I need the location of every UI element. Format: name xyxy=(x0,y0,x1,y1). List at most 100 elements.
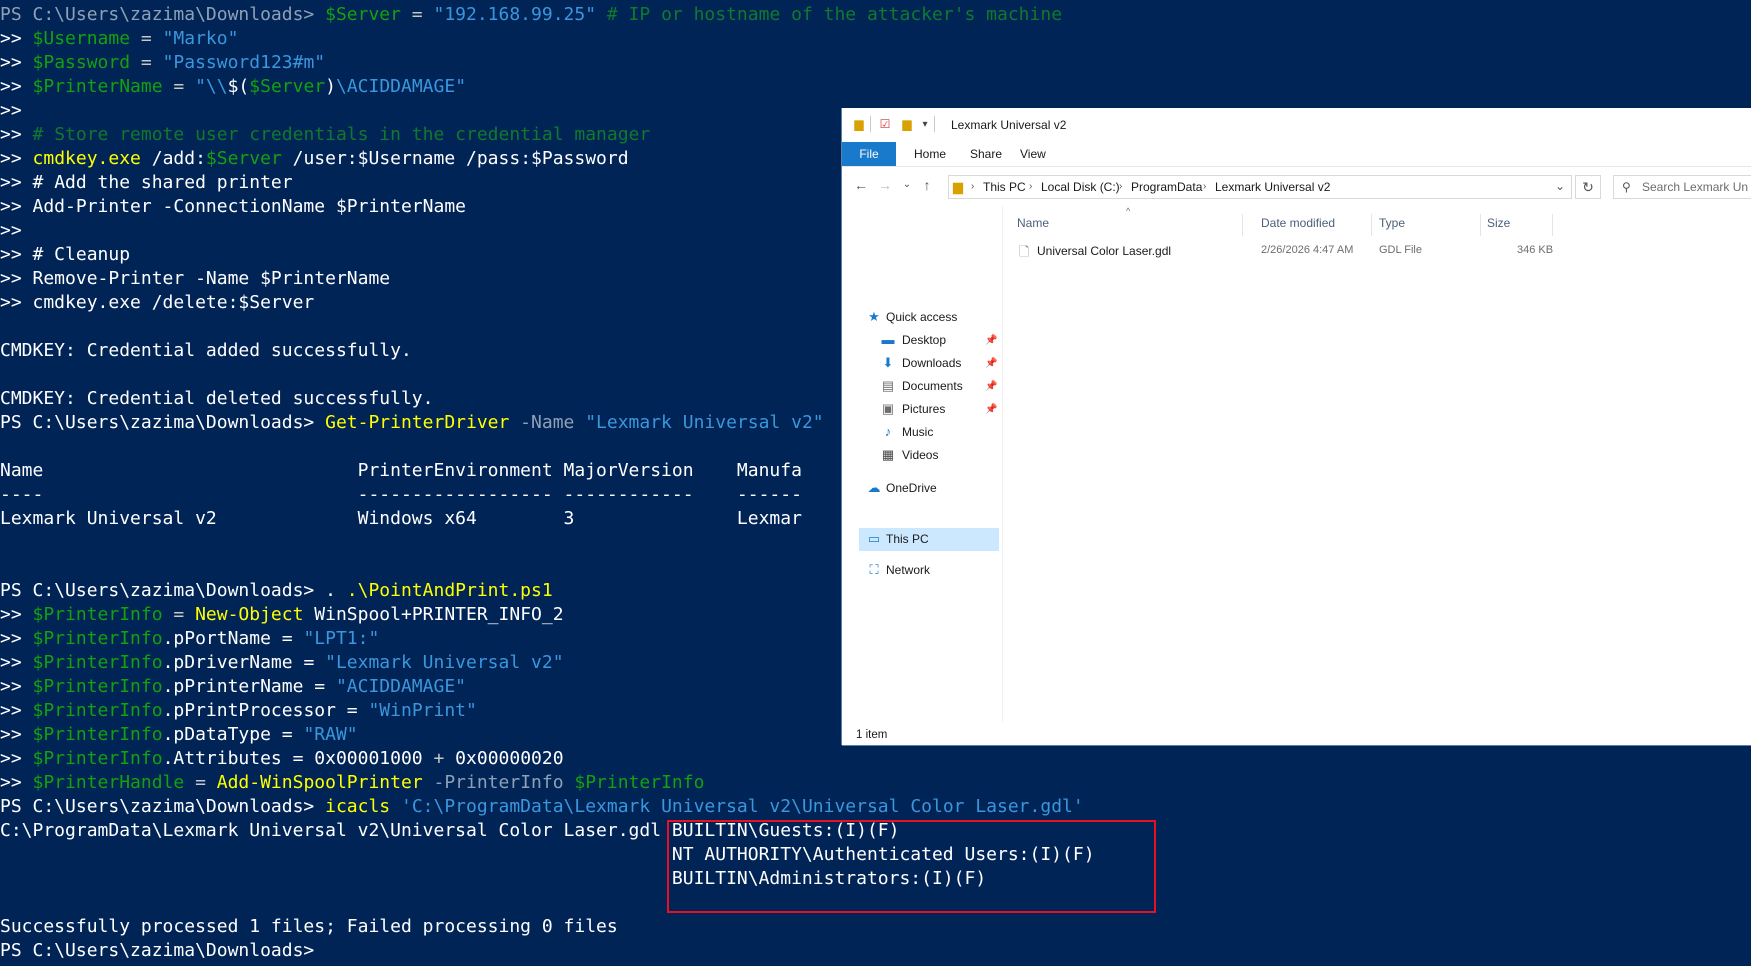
console-token: $( xyxy=(227,76,250,97)
breadcrumb-lexmark[interactable]: Lexmark Universal v2 xyxy=(1215,176,1330,198)
console-token: "Lexmark Universal v2" xyxy=(585,412,824,433)
nav-item-desktop[interactable]: Desktop xyxy=(902,329,946,351)
console-token: = xyxy=(162,76,196,97)
console-token: PS C:\Users\zazima\Downloads> xyxy=(0,412,326,433)
nav-item-music[interactable]: Music xyxy=(902,421,933,443)
console-token: = xyxy=(184,772,217,793)
console-token: >> xyxy=(0,76,33,97)
divider xyxy=(870,116,871,132)
nav-item-videos[interactable]: Videos xyxy=(902,444,938,466)
console-token: >> xyxy=(0,28,33,49)
console-token: = xyxy=(130,28,163,49)
pin-icon: 📌 xyxy=(985,404,998,415)
console-token: $Server xyxy=(205,148,282,169)
status-bar: 1 item xyxy=(856,729,888,741)
console-token: # Store remote user credentials in the c… xyxy=(32,124,651,145)
breadcrumb-this-pc[interactable]: This PC xyxy=(983,176,1026,198)
console-token: >> xyxy=(0,772,33,793)
console-token: icacls xyxy=(325,796,391,817)
divider xyxy=(1242,214,1243,236)
console-token: PS C:\Users\zazima\Downloads> xyxy=(0,4,326,25)
console-token: >> Add-Printer -ConnectionName $PrinterN… xyxy=(0,196,466,217)
console-token: >> xyxy=(0,748,33,769)
recent-locations-icon[interactable]: ⌄ xyxy=(898,176,916,194)
console-token: 'C:\ProgramData\Lexmark Universal v2\Uni… xyxy=(390,796,1084,817)
console-line: >> $Password = "Password123#m" xyxy=(0,51,1095,75)
console-token: .Attributes = 0x00001000 xyxy=(162,748,434,769)
sort-up-icon: ^ xyxy=(1126,206,1131,216)
console-token: .pPortName = xyxy=(162,628,304,649)
new-folder-icon[interactable]: ▆ xyxy=(900,118,914,131)
refresh-icon[interactable]: ↻ xyxy=(1575,175,1601,199)
download-icon: ⬇ xyxy=(882,355,894,370)
search-icon: ⚲ xyxy=(1622,180,1631,194)
tab-share[interactable]: Share xyxy=(970,142,1002,166)
console-token: >> xyxy=(0,628,33,649)
chevron-right-icon: › xyxy=(1119,181,1123,192)
console-token: $PrinterInfo xyxy=(32,748,163,769)
console-token: >> cmdkey.exe /delete:$Server xyxy=(0,292,315,313)
console-token: ) xyxy=(325,76,336,97)
console-token: $PrinterInfo xyxy=(32,724,163,745)
tab-home[interactable]: Home xyxy=(914,142,946,166)
column-header-name[interactable]: Name xyxy=(1017,216,1049,230)
nav-item-documents[interactable]: Documents xyxy=(902,375,963,397)
nav-item-this-pc[interactable]: This PC xyxy=(886,528,929,550)
back-arrow-icon[interactable]: ← xyxy=(852,176,870,194)
file-type: GDL File xyxy=(1379,244,1422,256)
breadcrumb-programdata[interactable]: ProgramData xyxy=(1131,176,1202,198)
column-header-size[interactable]: Size xyxy=(1487,216,1510,230)
console-token: .pDriverName = xyxy=(162,652,326,673)
console-token: >> xyxy=(0,652,33,673)
chevron-right-icon: › xyxy=(971,181,975,192)
console-token: "Password123#m" xyxy=(162,52,326,73)
nav-item-network[interactable]: Network xyxy=(886,559,930,581)
column-header-type[interactable]: Type xyxy=(1379,216,1405,230)
console-token: = xyxy=(400,4,434,25)
console-line: PS C:\Users\zazima\Downloads> icacls 'C:… xyxy=(0,795,1095,819)
tab-view[interactable]: View xyxy=(1020,142,1046,166)
title-bar: ▆ ☑ ▆ ▾ Lexmark Universal v2 xyxy=(842,108,1751,142)
file-explorer-window[interactable]: ▆ ☑ ▆ ▾ Lexmark Universal v2 Home Share … xyxy=(842,108,1751,745)
properties-icon[interactable]: ☑ xyxy=(878,118,892,131)
desktop-icon: ▬ xyxy=(881,332,895,347)
console-token: Add-WinSpoolPrinter xyxy=(216,772,423,793)
console-token: Get-PrinterDriver xyxy=(325,412,510,433)
console-token: .\PointAndPrint.ps1 xyxy=(346,580,553,601)
console-token: >> xyxy=(0,124,33,145)
tab-file[interactable]: File xyxy=(842,142,896,166)
console-token: .pDataType = xyxy=(162,724,304,745)
console-token: "Marko" xyxy=(162,28,239,49)
document-icon: ▤ xyxy=(881,378,895,393)
console-token: "ACIDDAMAGE" xyxy=(335,676,466,697)
navigation-bar: ← → ⌄ ↑ ▆ › This PC › Local Disk (C:) › … xyxy=(842,166,1751,206)
console-token: >> xyxy=(0,172,33,193)
pin-icon: 📌 xyxy=(985,358,998,369)
forward-arrow-icon[interactable]: → xyxy=(876,176,894,194)
console-token: -Name xyxy=(509,412,586,433)
chevron-down-icon[interactable]: ▾ xyxy=(918,118,932,131)
search-input[interactable]: ⚲ Search Lexmark Un xyxy=(1613,175,1751,199)
video-icon: ▦ xyxy=(881,447,895,462)
address-bar[interactable]: ▆ › This PC › Local Disk (C:) › ProgramD… xyxy=(948,175,1572,199)
nav-item-onedrive[interactable]: OneDrive xyxy=(886,477,937,499)
console-token: PS C:\Users\zazima\Downloads> . xyxy=(0,580,347,601)
nav-item-downloads[interactable]: Downloads xyxy=(902,352,961,374)
console-token: 0x00000020 xyxy=(444,748,564,769)
console-token: # Add the shared printer xyxy=(32,172,293,193)
nav-item-pictures[interactable]: Pictures xyxy=(902,398,945,420)
console-token: >> xyxy=(0,100,22,121)
console-token: /user:$Username /pass:$Password xyxy=(281,148,629,169)
column-header-date[interactable]: Date modified xyxy=(1261,216,1335,230)
nav-item-quick-access[interactable]: Quick access xyxy=(886,306,957,328)
file-name: Universal Color Laser.gdl xyxy=(1037,244,1172,258)
console-token: >> # Cleanup xyxy=(0,244,131,265)
console-token: $Username xyxy=(32,28,131,49)
console-token: >> xyxy=(0,52,33,73)
console-token: /add: xyxy=(140,148,206,169)
console-token: = xyxy=(162,604,196,625)
breadcrumb-local-disk[interactable]: Local Disk (C:) xyxy=(1041,176,1120,198)
chevron-down-icon[interactable]: ⌄ xyxy=(1555,179,1565,193)
up-arrow-icon[interactable]: ↑ xyxy=(918,176,936,194)
folder-icon: ▆ xyxy=(953,179,963,194)
